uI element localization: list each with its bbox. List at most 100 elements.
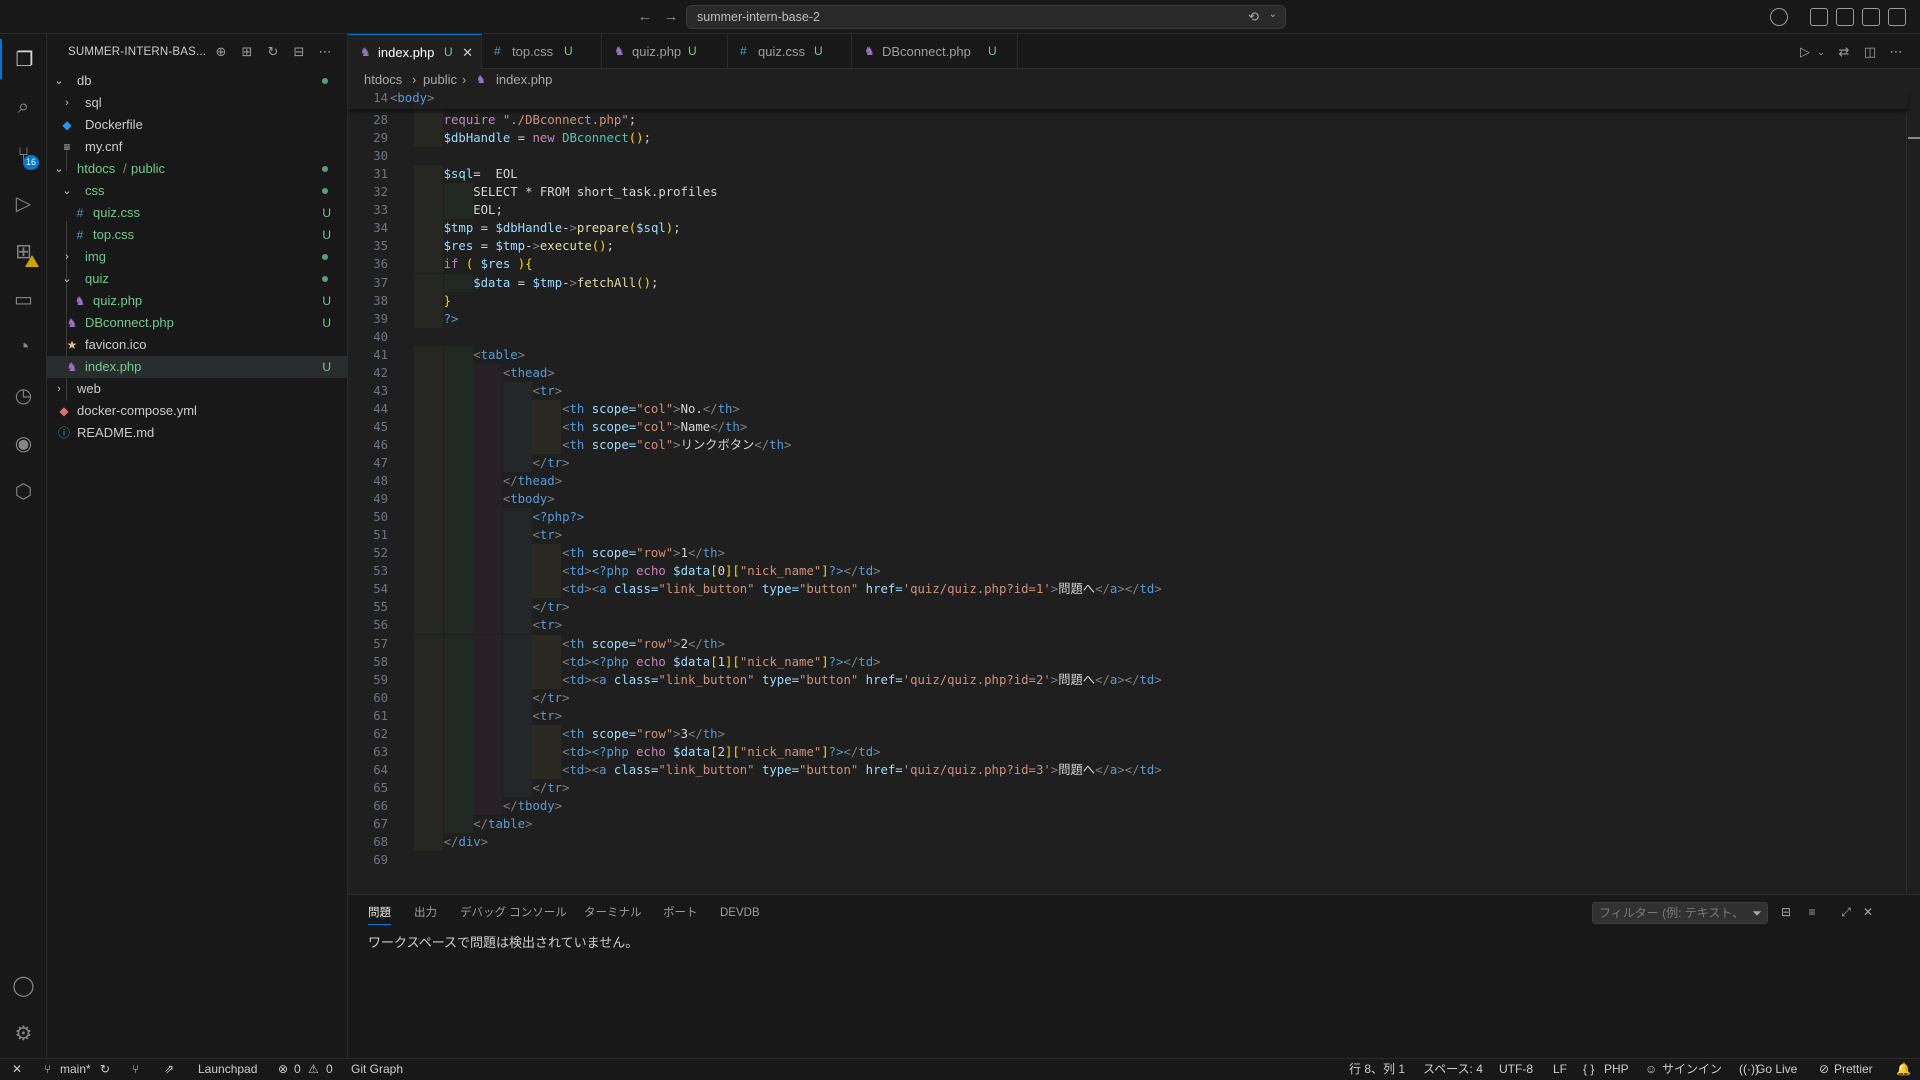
maximize-panel-icon[interactable]: ⤢ (1838, 904, 1854, 920)
code-line[interactable]: 56 <tr> (348, 616, 1908, 635)
git-graph-label[interactable]: Git Graph (351, 1059, 403, 1080)
tree-folder-htdocs-public[interactable]: ⌄ htdocs / public (47, 158, 347, 180)
code-line[interactable]: 66 </tbody> (348, 796, 1908, 815)
code-line[interactable]: 62 <th scope="row">3</th> (348, 724, 1908, 743)
code-line[interactable]: 44 <th scope="col">No.</th> (348, 399, 1908, 418)
filter-input[interactable] (1593, 903, 1743, 923)
code-line[interactable]: 65 </tr> (348, 778, 1908, 797)
tree-file-top-css[interactable]: # top.css U (47, 224, 347, 246)
code-line[interactable]: 45 <th scope="col">Name</th> (348, 417, 1908, 436)
branch-name[interactable]: main* (60, 1059, 91, 1080)
tab-output[interactable]: 出力 (414, 895, 437, 931)
github-icon[interactable]: ◉ (0, 423, 47, 463)
split-editor-icon[interactable]: ◫ (1862, 44, 1878, 60)
go-live-label[interactable]: Go Live (1756, 1059, 1797, 1080)
tree-folder-web[interactable]: › web (47, 378, 347, 400)
code-line[interactable]: 54 <td><a class="link_button" type="butt… (348, 580, 1908, 599)
source-control-icon[interactable]: ⑂ 16 (0, 135, 47, 175)
remote-indicator-icon[interactable]: ✕ (12, 1059, 22, 1080)
new-folder-icon[interactable]: ⊞ (239, 44, 255, 60)
code-line[interactable]: 40 (348, 328, 1908, 346)
toggle-secondary-sidebar-icon[interactable] (1888, 8, 1906, 26)
collapse-all-icon[interactable]: ⊟ (291, 44, 307, 60)
sync-icon[interactable]: ↻ (100, 1059, 110, 1080)
collapse-all-icon[interactable]: ⊟ (1778, 904, 1794, 920)
error-count[interactable]: 0 (294, 1059, 301, 1080)
tree-file-readme[interactable]: ⓘ README.md (47, 422, 347, 444)
tree-file-dockerfile[interactable]: ◆ Dockerfile (47, 114, 347, 136)
code-line[interactable]: 48 </thead> (348, 472, 1908, 491)
code-line[interactable]: 68 </div> (348, 833, 1908, 851)
code-line[interactable]: 52 <th scope="row">1</th> (348, 544, 1908, 563)
toggle-primary-sidebar-icon[interactable] (1836, 8, 1854, 26)
copilot-icon[interactable]: ⟲ (1248, 9, 1259, 25)
tree-file-mycnf[interactable]: ≡ my.cnf (47, 136, 347, 158)
code-line[interactable]: 41 <table> (348, 345, 1908, 364)
refresh-icon[interactable]: ↻ (265, 44, 281, 60)
tab-devdb[interactable]: DEVDB (720, 895, 760, 931)
code-line[interactable]: 53 <td><?php echo $data[0]["nick_name"]?… (348, 562, 1908, 581)
tree-file-quiz-css[interactable]: # quiz.css U (47, 202, 347, 224)
tab-terminal[interactable]: ターミナル (584, 895, 642, 931)
code-line[interactable]: 39 ?> (348, 310, 1908, 328)
code-line[interactable]: 63 <td><?php echo $data[2]["nick_name"]?… (348, 742, 1908, 761)
settings-gear-icon[interactable]: ⚙ (0, 1013, 47, 1053)
signin-label[interactable]: サインイン (1662, 1059, 1722, 1080)
sticky-scroll[interactable]: 14 <body> (348, 91, 1908, 109)
tab-top-css[interactable]: # top.css U (482, 34, 602, 69)
code-line[interactable]: 31 $sql= EOL (348, 165, 1908, 183)
database-icon[interactable]: ⬡ (0, 471, 47, 511)
code-line[interactable]: 51 <tr> (348, 526, 1908, 545)
open-changes-icon[interactable]: ⇄ (1836, 44, 1852, 60)
close-panel-icon[interactable]: ✕ (1860, 904, 1876, 920)
prettier-label[interactable]: Prettier (1834, 1059, 1873, 1080)
code-line[interactable]: 36 if ( $res ){ (348, 255, 1908, 273)
remote-explorer-icon[interactable]: ▭ (0, 279, 47, 319)
tree-file-favicon[interactable]: ★ favicon.ico (47, 334, 347, 356)
tree-folder-css[interactable]: ⌄ css (47, 180, 347, 202)
code-line[interactable]: 32 SELECT * FROM short_task.profiles (348, 183, 1908, 202)
code-line[interactable]: 60 </tr> (348, 688, 1908, 707)
code-line[interactable]: 59 <td><a class="link_button" type="butt… (348, 670, 1908, 689)
explorer-icon[interactable]: ❐ (0, 39, 47, 79)
vertical-scrollbar[interactable] (1906, 91, 1920, 894)
search-icon[interactable]: ⌕ (0, 87, 47, 127)
breadcrumb-index-php[interactable]: index.php (496, 69, 552, 91)
cursor-position[interactable]: 行 8、列 1 (1349, 1059, 1405, 1080)
run-icon[interactable]: ▷ (1797, 44, 1813, 60)
tree-folder-img[interactable]: › img (47, 246, 347, 268)
code-line[interactable]: 29 $dbHandle = new DBconnect(); (348, 129, 1908, 147)
accounts-toggle-icon[interactable] (1770, 8, 1788, 26)
more-actions-icon[interactable]: ⋯ (317, 44, 333, 60)
tab-problems[interactable]: 問題 (368, 895, 391, 925)
tab-quiz-css[interactable]: # quiz.css U (728, 34, 852, 69)
code-line[interactable]: 28 require "./DBconnect.php"; (348, 111, 1908, 129)
accounts-icon[interactable]: ◯ (0, 965, 47, 1005)
code-line[interactable]: 49 <tbody> (348, 490, 1908, 509)
code-line[interactable]: 37 $data = $tmp->fetchAll(); (348, 273, 1908, 292)
tab-dbconnect-php[interactable]: ♞ DBconnect.php U (852, 34, 1018, 69)
tab-ports[interactable]: ポート (663, 895, 698, 931)
new-file-icon[interactable]: ⊕ (213, 44, 229, 60)
code-line[interactable]: 58 <td><?php echo $data[1]["nick_name"]?… (348, 652, 1908, 671)
code-line[interactable]: 42 <thead> (348, 363, 1908, 382)
code-line[interactable]: 43 <tr> (348, 381, 1908, 400)
git-graph-icon[interactable]: ◔ (0, 327, 47, 367)
language-mode[interactable]: PHP (1604, 1059, 1629, 1080)
tab-debug-console[interactable]: デバッグ コンソール (460, 895, 567, 931)
run-debug-icon[interactable]: ▷ (0, 183, 47, 223)
back-arrow-icon[interactable]: ← (636, 8, 654, 26)
graph-icon[interactable]: ⑂ (132, 1059, 139, 1080)
code-line[interactable]: 67 </table> (348, 815, 1908, 833)
code-line[interactable]: 34 $tmp = $dbHandle->prepare($sql); (348, 219, 1908, 237)
tree-folder-db[interactable]: ⌄ db (47, 70, 347, 92)
code-line[interactable]: 35 $res = $tmp->execute(); (348, 237, 1908, 255)
indentation[interactable]: スペース: 4 (1423, 1059, 1483, 1080)
chevron-down-icon[interactable]: ⌄ (1813, 44, 1829, 60)
code-editor[interactable]: 14<body> 27 <?php28 require "./DBconnect… (348, 91, 1920, 894)
launchpad-label[interactable]: Launchpad (198, 1059, 257, 1080)
code-line[interactable]: 57 <th scope="row">2</th> (348, 634, 1908, 653)
tree-folder-quiz[interactable]: ⌄ quiz (47, 268, 347, 290)
code-line[interactable]: 47 </tr> (348, 454, 1908, 472)
code-line[interactable]: 69 (348, 851, 1908, 869)
